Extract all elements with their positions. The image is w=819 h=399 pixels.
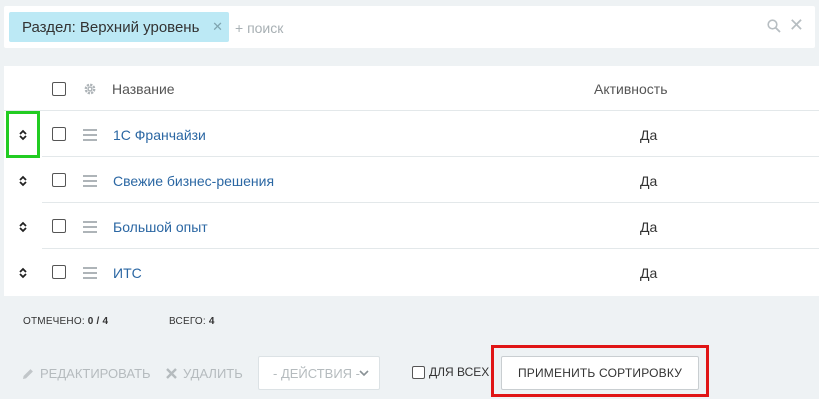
edit-button[interactable]: РЕДАКТИРОВАТЬ [21, 366, 151, 381]
grid-header: Название Активность [4, 66, 819, 111]
delete-button[interactable]: УДАЛИТЬ [165, 366, 243, 381]
x-icon [166, 368, 177, 379]
drag-handle-icon[interactable] [83, 129, 97, 144]
table-row[interactable]: Большой опыт Да [4, 203, 819, 249]
for-all-label: ДЛЯ ВСЕХ [429, 365, 490, 379]
close-icon[interactable]: ✕ [212, 19, 223, 35]
actions-select[interactable]: - ДЕЙСТВИЯ - [258, 356, 380, 390]
row-activity: Да [640, 265, 658, 281]
total-counter: ВСЕГО: 4 [169, 316, 215, 327]
for-all-box[interactable] [412, 365, 425, 379]
column-header-name[interactable]: Название [112, 81, 175, 97]
select-all-checkbox[interactable] [52, 82, 66, 96]
sort-arrows-icon[interactable] [17, 267, 29, 279]
drag-handle-icon[interactable] [83, 175, 97, 190]
for-all-checkbox[interactable]: ДЛЯ ВСЕХ [412, 365, 489, 379]
total-label: ВСЕГО: [169, 316, 206, 327]
row-checkbox[interactable] [52, 265, 66, 279]
gear-icon[interactable] [83, 82, 97, 96]
filter-bar: Раздел: Верхний уровень ✕ + поиск ✕ [4, 6, 815, 48]
data-grid: Название Активность 1С Франчайзи Да Свеж… [4, 66, 819, 296]
row-checkbox[interactable] [52, 173, 66, 187]
table-row[interactable]: Свежие бизнес-решения Да [4, 157, 819, 203]
highlight-sort-handle [6, 111, 40, 158]
row-activity: Да [640, 219, 658, 235]
row-name-link[interactable]: ИТС [113, 265, 142, 281]
search-input[interactable]: + поиск [235, 20, 283, 36]
actions-select-value: - ДЕЙСТВИЯ - [273, 366, 361, 381]
drag-handle-icon[interactable] [83, 267, 97, 282]
filter-chip-section[interactable]: Раздел: Верхний уровень ✕ [9, 12, 229, 42]
row-name-link[interactable]: 1С Франчайзи [113, 127, 206, 143]
column-header-activity[interactable]: Активность [594, 81, 668, 97]
checked-counter: ОТМЕЧЕНО: 0 / 4 [23, 316, 108, 327]
drag-handle-icon[interactable] [83, 221, 97, 236]
search-icon[interactable] [767, 19, 781, 33]
chevron-down-icon [359, 370, 369, 377]
row-name-link[interactable]: Свежие бизнес-решения [113, 173, 274, 189]
row-activity: Да [640, 173, 658, 189]
sort-arrows-icon[interactable] [17, 221, 29, 233]
checked-label: ОТМЕЧЕНО: [23, 316, 85, 327]
row-name-link[interactable]: Большой опыт [113, 219, 208, 235]
pencil-icon [23, 368, 33, 379]
checked-value: 0 / 4 [87, 316, 109, 327]
edit-label: РЕДАКТИРОВАТЬ [40, 366, 151, 381]
delete-label: УДАЛИТЬ [183, 366, 243, 381]
row-checkbox[interactable] [52, 127, 66, 141]
sort-arrows-icon[interactable] [17, 175, 29, 187]
row-checkbox[interactable] [52, 219, 66, 233]
row-activity: Да [640, 127, 658, 143]
clear-icon[interactable]: ✕ [789, 16, 804, 34]
highlight-apply-button [491, 345, 709, 397]
table-row[interactable]: ИТС Да [4, 249, 819, 295]
table-row[interactable]: 1С Франчайзи Да [4, 111, 819, 157]
filter-chip-label: Раздел: Верхний уровень [22, 18, 200, 36]
total-value: 4 [208, 316, 215, 327]
